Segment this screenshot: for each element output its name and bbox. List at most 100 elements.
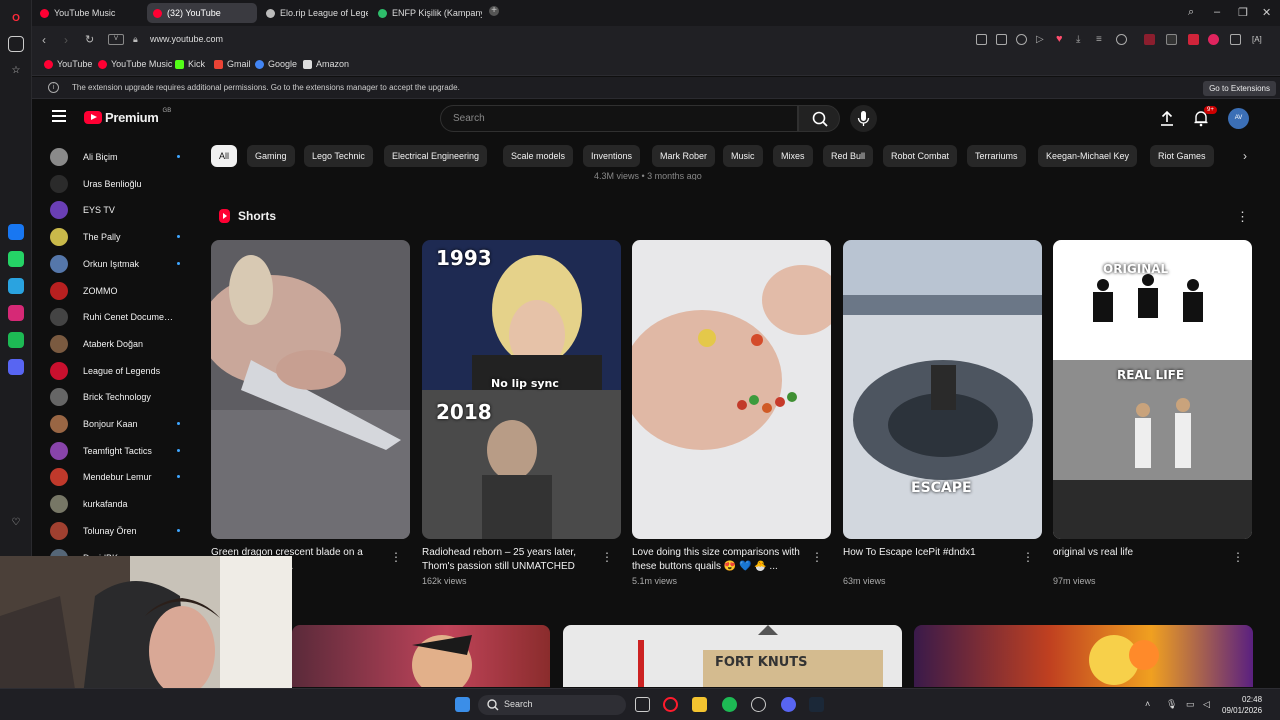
close-icon[interactable]: ✕: [1262, 6, 1271, 19]
chip-red-bull[interactable]: Red Bull: [823, 145, 874, 167]
more-vertical-icon[interactable]: ⋮: [601, 550, 613, 564]
extension-1-icon[interactable]: [1144, 34, 1155, 45]
bookmark-google[interactable]: Google: [255, 59, 297, 69]
subscription-item[interactable]: Brick Technology: [50, 387, 190, 407]
profile-icon[interactable]: [1116, 34, 1127, 45]
player-icon[interactable]: [8, 359, 24, 375]
account-avatar[interactable]: AV: [1228, 108, 1249, 129]
extension-3-icon[interactable]: [1188, 34, 1199, 45]
video-thumbnail[interactable]: [292, 625, 550, 687]
chip-terrariums[interactable]: Terrariums: [967, 145, 1026, 167]
play-icon[interactable]: ▷: [1036, 34, 1047, 45]
short-thumbnail[interactable]: [632, 240, 831, 539]
ai-icon[interactable]: [A]: [1252, 34, 1274, 45]
chip-keegan-michael-key[interactable]: Keegan-Michael Key: [1038, 145, 1138, 167]
extension-2-icon[interactable]: [1166, 34, 1177, 45]
short-card[interactable]: ESCAPE How To Escape IcePit #dndx1 63m v…: [843, 240, 1042, 586]
search-button[interactable]: [798, 105, 840, 132]
subscription-item[interactable]: Ruhi Cenet Documentaries: [50, 307, 190, 327]
microphone-tray-icon[interactable]: 🎙︎: [1166, 697, 1181, 712]
chip-gaming[interactable]: Gaming: [247, 145, 295, 167]
reload-icon[interactable]: ↻: [85, 33, 94, 46]
download-icon[interactable]: ⤓: [1076, 34, 1087, 45]
extension-4-icon[interactable]: [1208, 34, 1219, 45]
opera-logo-icon[interactable]: O: [8, 10, 24, 26]
short-thumbnail[interactable]: ORIGINAL REAL LIFE: [1053, 240, 1252, 539]
chip-electrical-engineering[interactable]: Electrical Engineering: [384, 145, 488, 167]
taskbar-clock[interactable]: 02:48 09/01/2026: [1222, 694, 1262, 716]
short-thumbnail[interactable]: ESCAPE: [843, 240, 1042, 539]
video-thumbnail[interactable]: [914, 625, 1253, 687]
more-vertical-icon[interactable]: ⋮: [1022, 550, 1034, 564]
short-thumbnail[interactable]: 1993 No lip sync 2018: [422, 240, 621, 539]
maximize-icon[interactable]: ❐: [1238, 6, 1248, 19]
more-vertical-icon[interactable]: ⋮: [811, 550, 823, 564]
subscription-item[interactable]: Bonjour Kaan: [50, 414, 190, 434]
more-vertical-icon[interactable]: ⋮: [1236, 209, 1249, 225]
task-view-icon[interactable]: [635, 697, 650, 712]
subscription-item[interactable]: ZOMMO: [50, 281, 190, 301]
back-icon[interactable]: ‹: [42, 33, 46, 47]
vpn-icon[interactable]: V: [108, 34, 124, 45]
short-title[interactable]: original vs real life: [1053, 546, 1228, 574]
instagram-icon[interactable]: [8, 305, 24, 321]
bookmarks-icon[interactable]: ☆: [8, 62, 24, 78]
bookmark-gmail[interactable]: Gmail: [214, 59, 251, 69]
extensions-icon[interactable]: [1230, 34, 1241, 45]
chip-mixes[interactable]: Mixes: [773, 145, 813, 167]
chip-all[interactable]: All: [211, 145, 238, 167]
subscription-item[interactable]: EYS TV: [50, 200, 190, 220]
spotify-taskbar-icon[interactable]: [722, 697, 737, 712]
more-vertical-icon[interactable]: ⋮: [390, 550, 402, 564]
short-card[interactable]: Love doing this size comparisons with th…: [632, 240, 831, 586]
search-tabs-icon[interactable]: ⌕: [1188, 6, 1194, 19]
bookmark-amazon[interactable]: Amazon: [303, 59, 349, 69]
bookmark-youtube[interactable]: YouTube: [44, 59, 92, 69]
spotify-icon[interactable]: [8, 332, 24, 348]
short-title[interactable]: Love doing this size comparisons with th…: [632, 546, 807, 574]
taskbar-search[interactable]: Search: [478, 695, 626, 715]
camera-icon[interactable]: [996, 34, 1007, 45]
subscription-item[interactable]: Uras Benlioğlu: [50, 174, 190, 194]
chip-inventions[interactable]: Inventions: [583, 145, 641, 167]
opera-taskbar-icon[interactable]: [663, 697, 678, 712]
more-vertical-icon[interactable]: ⋮: [1232, 550, 1244, 564]
steam-icon[interactable]: [809, 697, 824, 712]
forward-icon[interactable]: ›: [64, 33, 68, 47]
chip-robot-combat[interactable]: Robot Combat: [883, 145, 958, 167]
discord-icon[interactable]: [781, 697, 796, 712]
chip-scale-models[interactable]: Scale models: [503, 145, 574, 167]
video-thumbnail[interactable]: FORT KNUTS: [563, 625, 902, 687]
upload-button[interactable]: [1158, 109, 1176, 132]
plus-icon[interactable]: +: [489, 6, 499, 16]
messenger-icon[interactable]: [8, 224, 24, 240]
bookmark-kick[interactable]: Kick: [175, 59, 205, 69]
short-card[interactable]: ORIGINAL REAL LIFE original vs real life…: [1053, 240, 1252, 586]
subscription-item[interactable]: Tolunay Ören: [50, 521, 190, 541]
heart-icon[interactable]: ♡: [8, 514, 24, 530]
chip-lego-technic[interactable]: Lego Technic: [304, 145, 373, 167]
home-icon[interactable]: [8, 36, 24, 52]
short-card[interactable]: 1993 No lip sync 2018 Radiohead reborn –…: [422, 240, 621, 586]
short-card[interactable]: Green dragon crescent blade on a knife #…: [211, 240, 410, 576]
chip-mark-rober[interactable]: Mark Rober: [652, 145, 716, 167]
tab-youtube[interactable]: (32) YouTube: [147, 3, 257, 23]
chevron-right-icon[interactable]: ›: [1243, 149, 1247, 163]
file-explorer-icon[interactable]: [692, 697, 707, 712]
chip-music[interactable]: Music: [723, 145, 763, 167]
chevron-up-icon[interactable]: ˄: [1145, 697, 1160, 712]
edit-icon[interactable]: [976, 34, 987, 45]
short-title[interactable]: Radiohead reborn – 25 years later, Thom'…: [422, 546, 597, 574]
url-field[interactable]: www.youtube.com: [150, 34, 223, 44]
subscription-item[interactable]: Teamfight Tactics: [50, 441, 190, 461]
volume-icon[interactable]: ◁: [1203, 697, 1218, 712]
search-input[interactable]: [441, 106, 797, 131]
subscription-item[interactable]: League of Legends: [50, 361, 190, 381]
windows-start-icon[interactable]: [455, 697, 470, 712]
settings-icon[interactable]: [751, 697, 766, 712]
subscription-item[interactable]: The Pally: [50, 227, 190, 247]
youtube-premium-logo[interactable]: Premium GB: [84, 108, 171, 125]
short-thumbnail[interactable]: [211, 240, 410, 539]
subscription-item[interactable]: Ataberk Doğan: [50, 334, 190, 354]
tab-elo-rip[interactable]: Elo.rip League of Legends: [260, 3, 368, 23]
